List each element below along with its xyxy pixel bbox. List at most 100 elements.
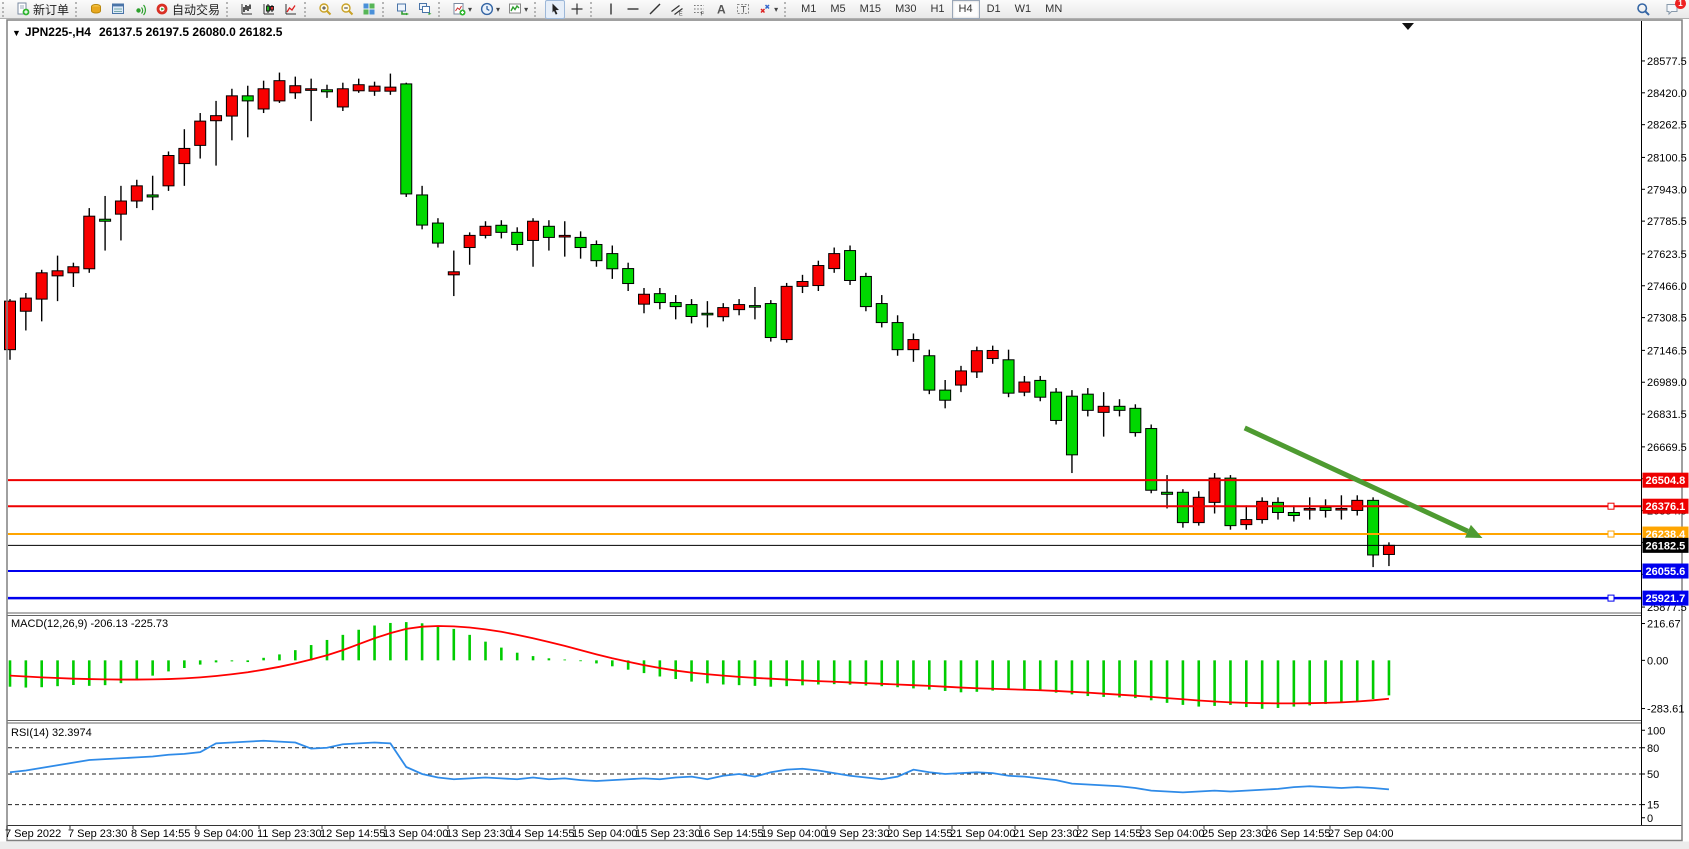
signals-button[interactable] — [130, 0, 150, 19]
svg-text:E: E — [679, 12, 683, 17]
price-line-tag-label: 26182.5 — [1646, 540, 1686, 552]
cascade-windows-icon — [418, 2, 432, 16]
candle-body — [36, 273, 47, 299]
tf-button-H4[interactable]: H4 — [952, 0, 980, 19]
candle-body — [718, 308, 729, 317]
candle-body — [1162, 492, 1173, 494]
rsi-tick-label: 100 — [1647, 725, 1665, 737]
candle-body — [274, 81, 285, 101]
price-tick-label: 28577.5 — [1647, 56, 1687, 68]
crosshair-icon — [570, 2, 584, 16]
rsi-tick-label: 0 — [1647, 813, 1653, 825]
autotrading-button[interactable]: 自动交易 — [152, 0, 223, 19]
time-tick-label: 19 Sep 23:30 — [824, 828, 889, 840]
candle-body — [448, 272, 459, 275]
time-tick-label: 21 Sep 04:00 — [950, 828, 1015, 840]
zoom-out-icon — [340, 2, 354, 16]
bar-chart-button[interactable] — [237, 0, 257, 19]
indicators-button[interactable]: ▾ — [505, 0, 531, 19]
chart-title: ▼JPN225-,H426137.5 26197.5 26080.0 26182… — [12, 25, 282, 39]
tile-windows-button[interactable] — [359, 0, 379, 19]
text-label-button[interactable]: T — [733, 0, 753, 19]
zoom-out-button[interactable] — [337, 0, 357, 19]
candlestick-chart-icon — [262, 2, 276, 16]
chat-button[interactable]: 1 — [1662, 0, 1682, 19]
market-watch-button[interactable] — [86, 0, 106, 19]
candle-body — [987, 350, 998, 358]
tf-button-MN[interactable]: MN — [1038, 0, 1069, 19]
search-icon — [1636, 2, 1650, 16]
data-window-icon — [111, 2, 125, 16]
rsi-tick-label: 50 — [1647, 769, 1659, 781]
tf-button-M30[interactable]: M30 — [888, 0, 923, 19]
candle-body — [401, 84, 412, 194]
arrow-objects-icon — [758, 2, 772, 16]
candle-body — [432, 223, 443, 243]
vertical-line-button[interactable] — [601, 0, 621, 19]
chart-profiles-button[interactable]: ▾ — [477, 0, 503, 19]
new-order-button[interactable]: 新订单 — [13, 0, 72, 19]
tf-button-W1[interactable]: W1 — [1008, 0, 1039, 19]
fibonacci-icon: F — [692, 2, 706, 16]
line-chart-button[interactable] — [281, 0, 301, 19]
zoom-in-button[interactable] — [315, 0, 335, 19]
candle-body — [385, 87, 396, 91]
tf-button-M1[interactable]: M1 — [794, 0, 823, 19]
data-window-button[interactable] — [108, 0, 128, 19]
zoom-in-icon — [318, 2, 332, 16]
candlestick-chart-button[interactable] — [259, 0, 279, 19]
price-tick-label: 27943.0 — [1647, 184, 1687, 196]
candle-body — [211, 116, 222, 121]
arrange-windows-button[interactable] — [393, 0, 413, 19]
autotrading-icon — [155, 2, 169, 16]
candle-body — [1257, 501, 1268, 519]
crosshair-button[interactable] — [567, 0, 587, 19]
svg-text:A: A — [717, 3, 726, 17]
new-chart-button[interactable]: ▾ — [449, 0, 475, 19]
candle-body — [1003, 360, 1014, 393]
cascade-windows-button[interactable] — [415, 0, 435, 19]
candle-body — [908, 340, 919, 350]
candle-body — [1225, 478, 1236, 526]
candle-body — [860, 276, 871, 306]
tf-button-D1[interactable]: D1 — [980, 0, 1008, 19]
tf-button-M5[interactable]: M5 — [823, 0, 852, 19]
line-handle[interactable] — [1608, 531, 1614, 537]
line-handle[interactable] — [1608, 503, 1614, 509]
candle-body — [1082, 394, 1093, 410]
fibonacci-button[interactable]: F — [689, 0, 709, 19]
chart-collapse-icon[interactable]: ▼ — [12, 28, 21, 38]
tf-button-H1[interactable]: H1 — [923, 0, 951, 19]
candle-body — [924, 356, 935, 390]
candle-body — [52, 271, 63, 276]
time-tick-label: 9 Sep 04:00 — [194, 828, 253, 840]
price-line-tag-label: 26376.1 — [1646, 501, 1686, 513]
candle-body — [115, 201, 126, 214]
vertical-line-icon — [604, 2, 618, 16]
cursor-button[interactable] — [545, 0, 565, 19]
time-tick-label: 15 Sep 23:30 — [635, 828, 700, 840]
toolbar-grip — [534, 2, 540, 17]
time-tick-label: 13 Sep 23:30 — [446, 828, 511, 840]
time-axis[interactable]: 7 Sep 20227 Sep 23:308 Sep 14:559 Sep 04… — [5, 826, 1393, 841]
candle-body — [829, 254, 840, 269]
macd-tick-label: -283.61 — [1647, 704, 1684, 716]
tf-button-M15[interactable]: M15 — [853, 0, 888, 19]
toolbar-grip — [2, 2, 8, 17]
candle-body — [971, 351, 982, 372]
chart-canvas[interactable]: 28577.528420.028262.528100.527943.027785… — [0, 0, 1689, 849]
candle-body — [179, 148, 190, 163]
candle-body — [639, 294, 650, 304]
line-handle[interactable] — [1608, 595, 1614, 601]
tile-windows-icon — [362, 2, 376, 16]
toolbar-grip — [304, 2, 310, 17]
text-button[interactable]: A — [711, 0, 731, 19]
candle-body — [306, 89, 317, 91]
arrow-objects-button[interactable]: ▾ — [755, 0, 781, 19]
candle-body — [195, 121, 206, 145]
search-button[interactable] — [1633, 0, 1653, 19]
equidistant-channel-button[interactable]: E — [667, 0, 687, 19]
time-tick-label: 25 Sep 23:30 — [1202, 828, 1267, 840]
trendline-button[interactable] — [645, 0, 665, 19]
horizontal-line-button[interactable] — [623, 0, 643, 19]
